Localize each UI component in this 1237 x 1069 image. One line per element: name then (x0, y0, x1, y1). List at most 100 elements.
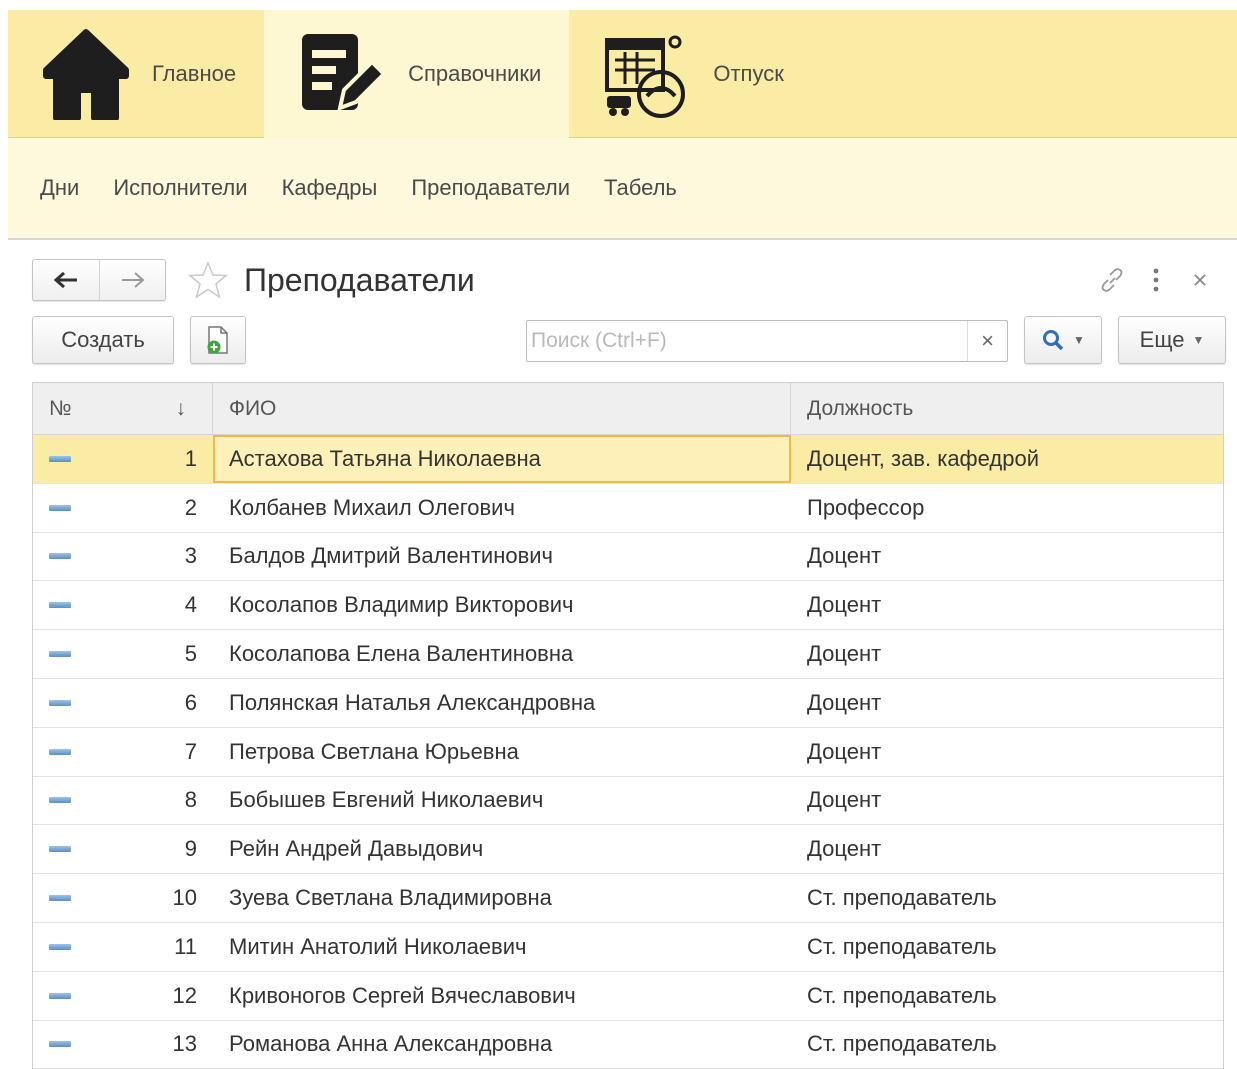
row-position[interactable]: Доцент (791, 533, 1223, 581)
search-input[interactable] (527, 322, 967, 360)
form-title: Преподаватели (244, 261, 475, 298)
row-icon-cell (33, 1021, 143, 1069)
table-row[interactable]: 2 Колбанев Михаил Олегович Профессор (33, 484, 1223, 533)
catalog-item-icon (49, 455, 71, 462)
search-button[interactable]: ▼ (1024, 316, 1102, 364)
form-menu-button[interactable] (1134, 260, 1178, 300)
section-catalogs-label: Справочники (408, 61, 542, 86)
table-body: 1 Астахова Татьяна Николаевна Доцент, зав.… (33, 435, 1223, 1069)
row-icon-cell (33, 728, 143, 776)
history-nav (32, 259, 166, 301)
row-number: 9 (184, 836, 197, 862)
forward-button[interactable] (99, 260, 165, 300)
search-clear-button[interactable]: × (967, 321, 1007, 361)
table-row[interactable]: 3 Балдов Дмитрий Валентинович Доцент (33, 533, 1223, 582)
list-form: Преподаватели Создать Поиск (Ctrl+F) × ▼… (8, 242, 1237, 1069)
more-button[interactable]: Еще ▼ (1118, 316, 1226, 364)
row-fio[interactable]: Зуева Светлана Владимировна (213, 874, 791, 922)
row-number: 2 (184, 494, 197, 520)
row-fio[interactable]: Колбанев Михаил Олегович (213, 484, 791, 532)
catalog-item-icon (49, 846, 71, 853)
row-fio[interactable]: Косолапов Владимир Викторович (213, 581, 791, 629)
row-fio[interactable]: Астахова Татьяна Николаевна (213, 435, 791, 483)
row-position[interactable]: Ст. преподаватель (791, 972, 1223, 1020)
row-fio[interactable]: Полянская Наталья Александровна (213, 679, 791, 727)
copy-button[interactable] (190, 316, 246, 364)
row-fio[interactable]: Балдов Дмитрий Валентинович (213, 533, 791, 581)
link-button[interactable] (1090, 260, 1134, 300)
form-actions (1090, 260, 1222, 300)
create-button[interactable]: Создать (32, 316, 174, 364)
table-row[interactable]: 9 Рейн Андрей Давыдович Доцент (33, 825, 1223, 875)
section-vacation[interactable]: Отпуск (569, 10, 811, 138)
row-position[interactable]: Доцент (791, 581, 1223, 629)
row-icon-cell (33, 825, 143, 873)
row-number: 13 (172, 1031, 197, 1057)
row-position[interactable]: Доцент (791, 679, 1223, 727)
table-row[interactable]: 1 Астахова Татьяна Николаевна Доцент, зав.… (33, 435, 1223, 484)
catalog-item-icon (49, 748, 71, 755)
row-fio[interactable]: Рейн Андрей Давыдович (213, 825, 791, 873)
nav-performers[interactable]: Исполнители (113, 175, 247, 201)
vacation-calendar-icon (599, 26, 695, 122)
row-fio[interactable]: Романова Анна Александровна (213, 1021, 791, 1069)
row-position[interactable]: Доцент (791, 630, 1223, 678)
table-row[interactable]: 5 Косолапова Елена Валентиновна Доцент (33, 630, 1223, 679)
row-position[interactable]: Доцент (791, 777, 1223, 825)
row-position[interactable]: Профессор (791, 484, 1223, 532)
row-fio[interactable]: Кривоногов Сергей Вячеславович (213, 972, 791, 1020)
catalog-item-icon (49, 1041, 71, 1048)
chevron-down-icon: ▼ (1192, 333, 1205, 347)
column-number[interactable]: № ↓ (33, 383, 213, 435)
row-icon-cell (33, 923, 143, 971)
section-catalogs[interactable]: Справочники (264, 10, 570, 138)
row-number: 3 (184, 543, 197, 569)
row-number: 7 (184, 738, 197, 764)
row-fio[interactable]: Митин Анатолий Николаевич (213, 923, 791, 971)
row-fio[interactable]: Петрова Светлана Юрьевна (213, 728, 791, 776)
column-position[interactable]: Должность (791, 383, 1223, 435)
row-position[interactable]: Доцент (791, 825, 1223, 873)
more-vertical-icon (1153, 268, 1159, 292)
section-home[interactable]: Главное (8, 10, 264, 138)
row-number: 10 (172, 885, 197, 911)
table-row[interactable]: 4 Косолапов Владимир Викторович Доцент (33, 581, 1223, 631)
row-position[interactable]: Доцент, зав. кафедрой (791, 435, 1223, 483)
command-bar: Создать × ▼ Еще ▼ (32, 316, 1226, 366)
catalog-item-icon (49, 943, 71, 950)
table-row[interactable]: 7 Петрова Светлана Юрьевна Доцент (33, 728, 1223, 777)
table-row[interactable]: 6 Полянская Наталья Александровна Доцент (33, 679, 1223, 728)
row-fio[interactable]: Косолапова Елена Валентиновна (213, 630, 791, 678)
nav-teachers[interactable]: Преподаватели (411, 175, 570, 201)
table-row[interactable]: 8 Бобышев Евгений Николаевич Доцент (33, 777, 1223, 826)
row-fio[interactable]: Бобышев Евгений Николаевич (213, 777, 791, 825)
row-number: 4 (184, 592, 197, 618)
row-number: 5 (184, 641, 197, 667)
row-number: 8 (184, 787, 197, 813)
table-row[interactable]: 11 Митин Анатолий Николаевич Ст. преподава… (33, 923, 1223, 972)
table-row[interactable]: 13 Романова Анна Александровна Ст. препода… (33, 1021, 1223, 1069)
back-button[interactable] (33, 260, 99, 300)
form-header: Преподаватели (32, 258, 1222, 302)
nav-departments[interactable]: Кафедры (282, 175, 378, 201)
row-position[interactable]: Доцент (791, 728, 1223, 776)
close-button[interactable] (1178, 260, 1222, 300)
row-icon-cell (33, 533, 143, 581)
section-vacation-label: Отпуск (713, 61, 784, 86)
section-home-label: Главное (152, 61, 237, 86)
favorite-button[interactable] (186, 258, 230, 302)
row-position[interactable]: Ст. преподаватель (791, 1021, 1223, 1069)
nav-timesheet[interactable]: Табель (604, 175, 677, 201)
row-icon-cell (33, 630, 143, 678)
table-row[interactable]: 12 Кривоногов Сергей Вячеславович Ст. преп… (33, 972, 1223, 1021)
search-field: × (526, 320, 1008, 362)
row-position[interactable]: Ст. преподаватель (791, 874, 1223, 922)
edit-list-icon (294, 26, 390, 122)
table-row[interactable]: 10 Зуева Светлана Владимировна Ст. препода… (33, 874, 1223, 923)
column-fio[interactable]: ФИО (213, 383, 791, 435)
nav-days[interactable]: Дни (40, 175, 79, 201)
add-document-icon (207, 326, 228, 354)
catalog-item-icon (49, 992, 71, 999)
table-header: № ↓ ФИО Должность (33, 383, 1223, 435)
row-position[interactable]: Ст. преподаватель (791, 923, 1223, 971)
